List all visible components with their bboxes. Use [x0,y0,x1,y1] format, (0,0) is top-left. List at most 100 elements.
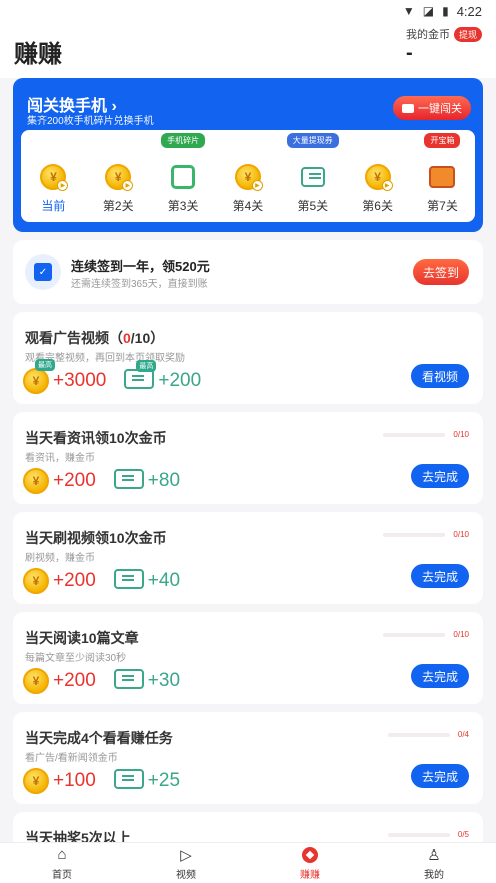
task-title: 当天阅读10篇文章 [25,630,139,646]
task-rewards: ¥ +200 +80 [23,468,180,494]
video-camera-icon [402,103,414,113]
task-action-button[interactable]: 去完成 [411,764,469,788]
tab-home[interactable]: ⌂ 首页 [32,846,92,881]
task-action-button[interactable]: 去完成 [411,564,469,588]
level-item[interactable]: 手机碎片第3关 [157,133,209,214]
no-sim-icon: ◪ [422,4,435,18]
phone-challenge-card[interactable]: 闯关换手机 › 集齐200枚手机碎片兑换手机 一键闯关 ¥ ▶ 当前 ¥ ▶ 第2关 手机碎… [13,78,483,232]
task-rewards: ¥ +200 +30 [23,668,180,694]
page-title: 赚赚 [14,41,62,68]
task-title: 当天抽奖5次以上 [25,830,131,842]
level-item[interactable]: ¥ ▶ 当前 [27,163,79,214]
header: 赚赚 我的金币 提现 - [0,22,496,78]
task-progress: 0/10 [383,430,469,439]
task-title: 当天刷视频领10次金币 [25,530,167,546]
checkin-card: ✓ 连续签到一年，领520元 还需连续签到365天，直接到账 去签到 [13,240,483,304]
ticket-reward: +25 [147,770,181,791]
task-title: 观看广告视频（0/10） [25,330,165,346]
coin-icon: ¥ [23,368,49,394]
tab-video[interactable]: ▷ 视频 [156,846,216,881]
max-tag: 最高 [35,359,55,371]
coin-icon: ¥ [23,668,49,694]
ticket-reward: +80 [147,470,181,491]
coin-reward: +3000 [53,370,107,391]
task-progress: 0/5 [387,830,469,839]
task-rewards: ¥ +100 +25 [23,768,180,794]
task-card: 当天抽奖5次以上 0/5 [13,812,483,842]
coin-icon: ¥ [23,468,49,494]
task-subtitle: 每篇文章至少阅读30秒 [25,653,127,664]
coin-icon: ¥ ▶ [234,164,263,191]
level-name: 第3关 [167,199,199,213]
battery-icon: ▮ [442,4,449,18]
earn-icon [300,846,320,864]
home-icon: ⌂ [57,846,67,863]
coins-label: 我的金币 [405,29,450,41]
task-rewards: ¥ +200 +40 [23,568,180,594]
ticket-icon [113,768,144,789]
level-item[interactable]: ¥ ▶ 第2关 [92,163,144,214]
task-list: 观看广告视频（0/10） 观看完整视频，再回到本页领取奖励 ¥ 最高 +3000 最高 +2… [13,312,483,842]
task-title: 当天完成4个看看赚任务 [25,730,173,746]
user-icon: ♙ [427,846,441,864]
checkin-button[interactable]: 去签到 [413,259,469,285]
ticket-icon [300,167,325,187]
ticket-icon [113,468,144,489]
task-card: 当天完成4个看看赚任务 看广告/看新闻领金币 0/4 ¥ +100 +25 去完成 [13,712,483,804]
level-name: 第4关 [232,199,264,213]
status-bar: ▼ ◪ ▮ 4:22 [0,0,496,22]
ticket-reward: +30 [147,670,181,691]
coin-reward: +100 [53,770,96,791]
ticket-icon [113,668,144,689]
coin-icon: ¥ ▶ [105,164,134,191]
progress-bar [383,632,446,637]
task-progress: 0/10 [383,630,469,639]
my-coins[interactable]: 我的金币 提现 - [406,26,482,65]
progress-bar [387,832,450,837]
coins-value: - [405,42,413,64]
treasure-chest-icon [429,166,456,188]
coin-reward: +200 [53,470,96,491]
task-rewards: ¥ 最高 +3000 最高 +200 [23,359,202,394]
task-title: 当天看资讯领10次金币 [25,430,167,446]
level-tag: 手机碎片 [161,133,206,148]
level-item[interactable]: ¥ ▶ 第6关 [352,163,404,214]
one-click-challenge-button[interactable]: 一键闯关 [393,96,471,120]
level-item[interactable]: ¥ ▶ 第4关 [222,163,274,214]
coin-reward: +200 [53,570,96,591]
withdraw-badge[interactable]: 提现 [453,26,482,42]
progress-bar [383,432,446,437]
task-action-button[interactable]: 看视频 [411,364,469,388]
level-item[interactable]: 大量提现券 第5关 [286,133,339,214]
ticket-reward: +40 [147,570,181,591]
task-subtitle: 看资讯，赚金币 [25,453,95,464]
level-tag: 大量提现券 [286,133,339,148]
task-action-button[interactable]: 去完成 [411,464,469,488]
ticket-icon [124,368,155,389]
tab-mine[interactable]: ♙ 我的 [404,846,464,881]
coin-icon: ¥ [23,568,49,594]
wifi-icon: ▼ [402,4,415,18]
level-name: 当前 [41,199,66,213]
level-item[interactable]: 开宝箱 第7关 [416,133,468,214]
task-subtitle: 刷视频，赚金币 [25,553,95,564]
play-circle-icon: ▷ [180,846,192,864]
main-scroll[interactable]: 闯关换手机 › 集齐200枚手机碎片兑换手机 一键闯关 ¥ ▶ 当前 ¥ ▶ 第2关 手机碎… [0,78,496,842]
max-tag: 最高 [136,359,157,372]
coin-reward: +200 [53,670,96,691]
level-tag: 开宝箱 [424,133,461,148]
status-time: 4:22 [456,3,482,19]
tab-earn[interactable]: 赚赚 [280,846,340,881]
ticket-reward: +200 [158,370,202,391]
checkin-subtitle: 还需连续签到365天，直接到账 [71,279,208,290]
task-card: 当天阅读10篇文章每篇文章至少阅读30秒 0/10 ¥ +200 +30 去完成 [13,612,483,704]
puzzle-icon [171,165,196,189]
coin-icon: ¥ [23,768,49,794]
level-name: 第6关 [362,199,393,213]
task-action-button[interactable]: 去完成 [411,664,469,688]
calendar-icon: ✓ [25,254,61,290]
task-card: 当天看资讯领10次金币看资讯，赚金币 0/10 ¥ +200 +80 去完成 [13,412,483,504]
task-progress: 0/10 [383,530,469,539]
checkin-title: 连续签到一年，领520元 [71,259,210,274]
coin-icon: ¥ ▶ [40,164,69,191]
